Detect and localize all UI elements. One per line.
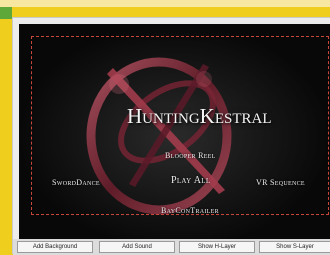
top-strip <box>0 0 330 7</box>
menu-item-sword-dance[interactable]: SwordDance <box>52 178 100 187</box>
menu-item-vr-sequence[interactable]: VR Sequence <box>256 178 305 187</box>
menu-item-baycon-trailer[interactable]: BayConTrailer <box>161 206 219 215</box>
menu-item-blooper-reel[interactable]: Blooper Reel <box>165 151 216 160</box>
add-background-button[interactable]: Add Background <box>17 241 93 253</box>
menu-title: HuntingKestral <box>127 104 272 128</box>
ring-graphic <box>19 24 330 249</box>
menu-item-play-all[interactable]: Play All <box>171 175 210 186</box>
dvd-menu-editor: HuntingKestral Blooper Reel SwordDance P… <box>12 17 330 255</box>
selection-marker <box>0 7 12 19</box>
show-s-layer-button[interactable]: Show S-Layer <box>259 241 330 253</box>
menu-preview-canvas[interactable]: HuntingKestral Blooper Reel SwordDance P… <box>19 24 330 249</box>
add-sound-button[interactable]: Add Sound <box>99 241 175 253</box>
toolbar: Add Background Add Sound Show H-Layer Sh… <box>13 239 330 255</box>
show-h-layer-button[interactable]: Show H-Layer <box>179 241 255 253</box>
